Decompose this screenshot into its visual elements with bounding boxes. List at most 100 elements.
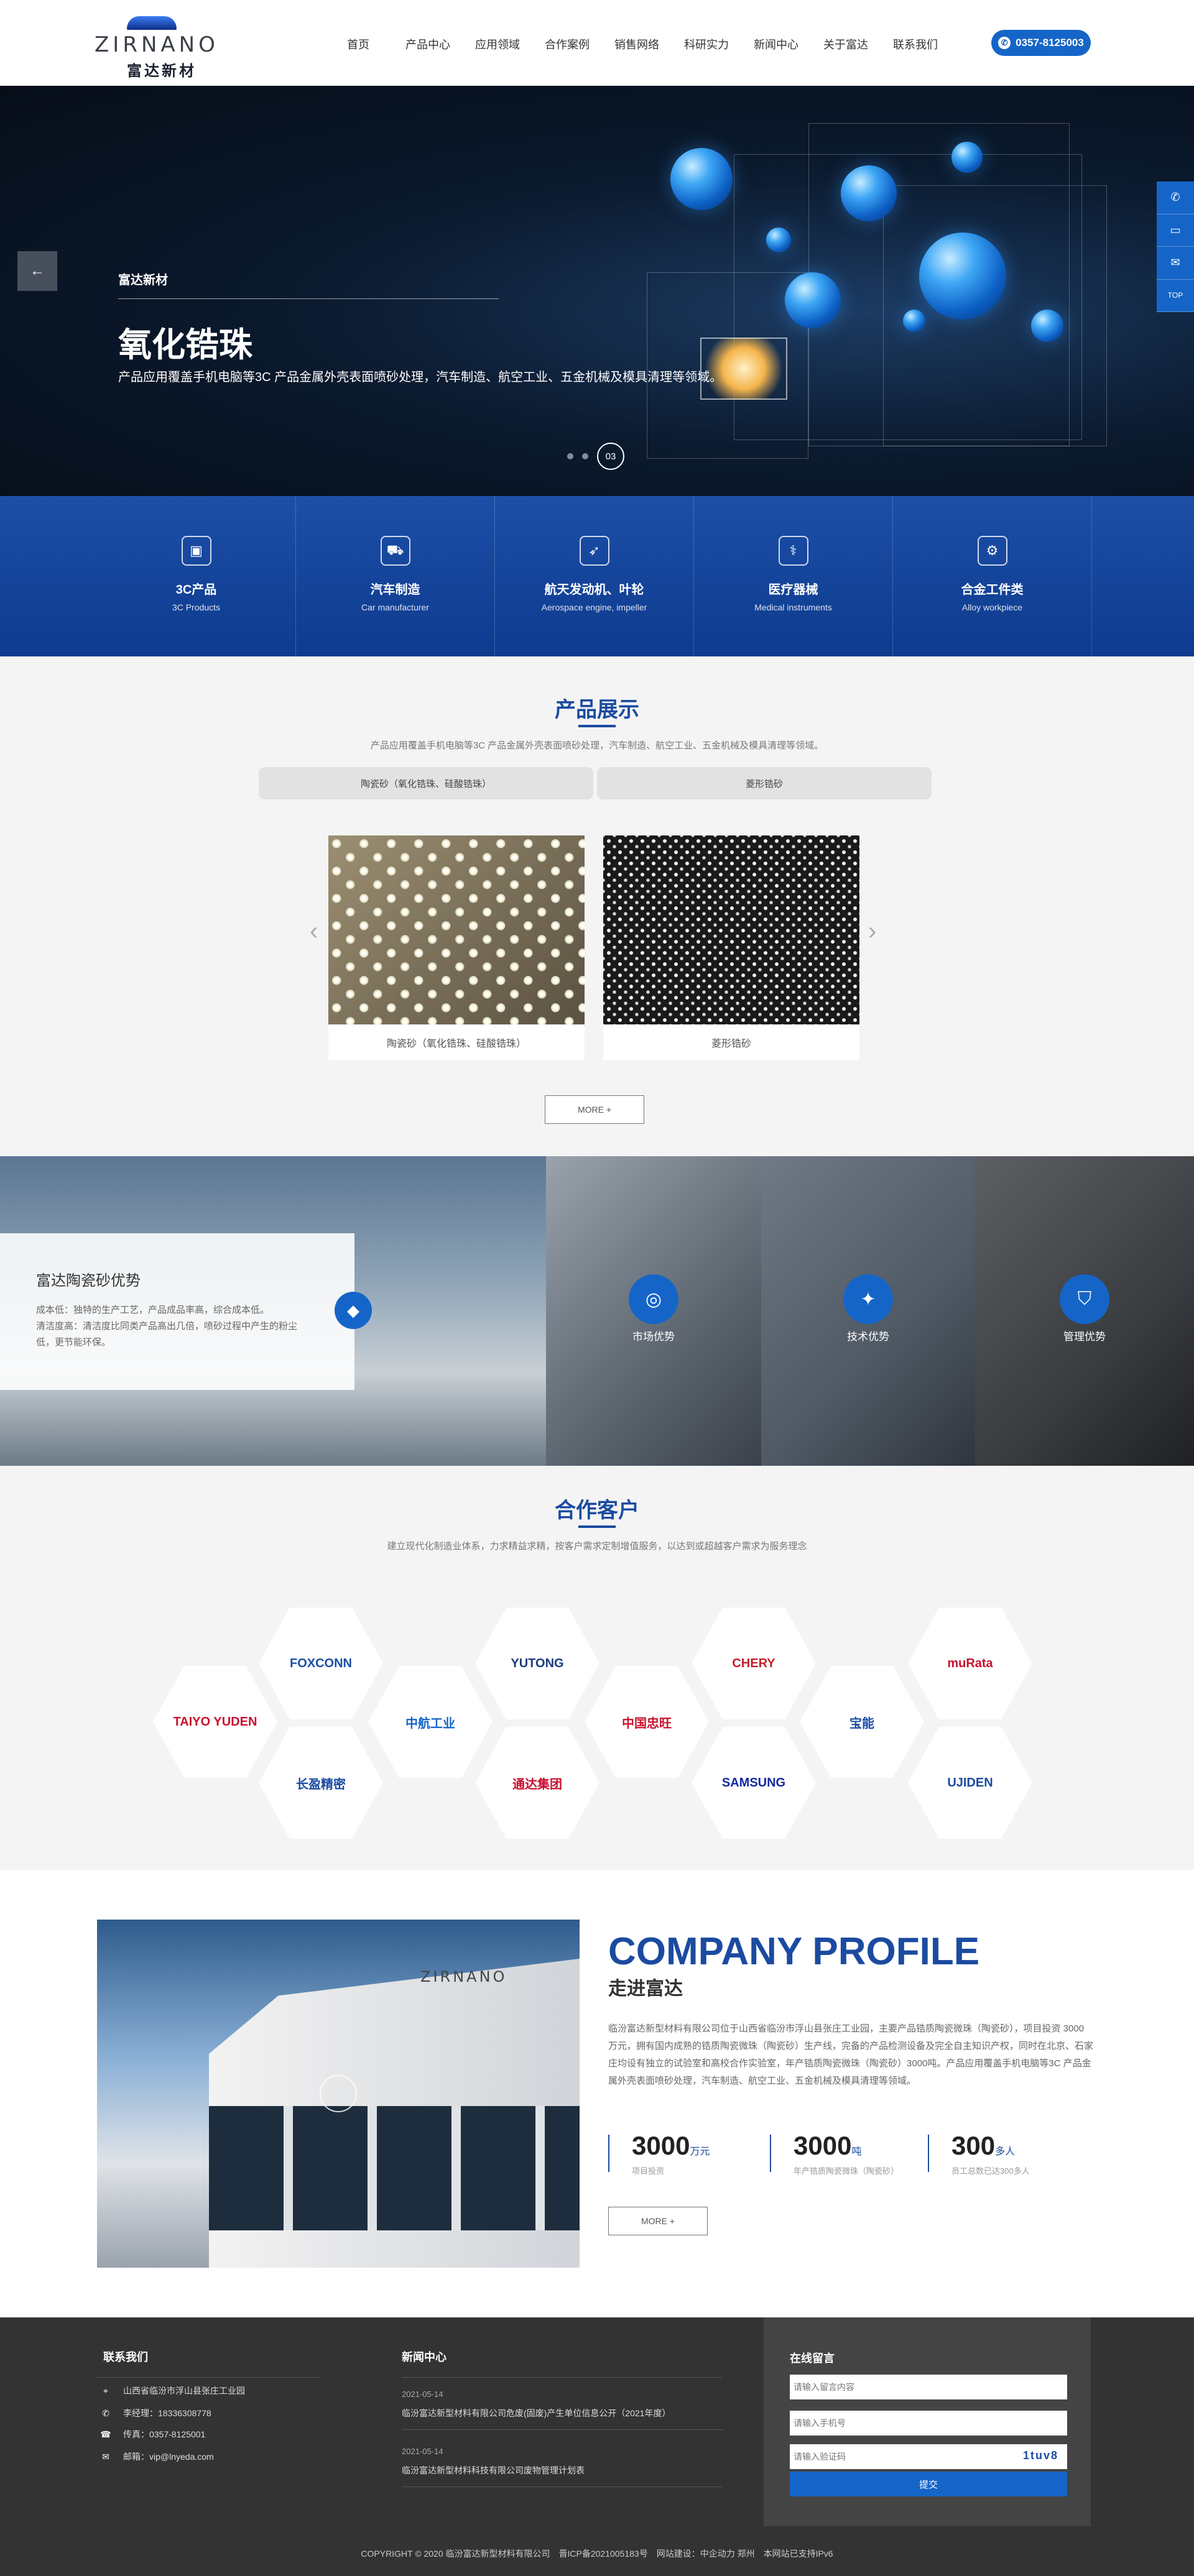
carousel-prev-icon[interactable]: ‹ — [310, 918, 318, 945]
news-link[interactable]: 临汾富达新型材料有限公司危废(固废)产生单位信息公开（2021年度） — [402, 2407, 670, 2419]
client-logo-ujiden[interactable]: UJIDEN — [908, 1727, 1032, 1839]
captcha-image[interactable]: 1tuv8 — [1023, 2449, 1058, 2462]
location-icon: ⌖ — [103, 2385, 108, 2396]
nav-products[interactable]: 产品中心 — [393, 31, 463, 56]
nav-contact[interactable]: 联系我们 — [881, 31, 950, 56]
category-car[interactable]: ⛟ 汽车制造 Car manufacturer — [296, 496, 495, 656]
client-logo-text: muRata — [947, 1656, 993, 1670]
message-form: 在线留言 1tuv8 提交 — [764, 2317, 1091, 2526]
category-title: 航天发动机、叶轮 — [544, 583, 644, 597]
category-aerospace[interactable]: ➶ 航天发动机、叶轮 Aerospace engine, impeller — [495, 496, 694, 656]
client-logo-samsung[interactable]: SAMSUNG — [692, 1727, 816, 1839]
client-logo-text: SAMSUNG — [721, 1775, 786, 1790]
product-card[interactable]: 菱形锆砂 — [603, 835, 859, 1060]
nav-research[interactable]: 科研实力 — [672, 31, 741, 56]
hero-title: 氧化锆珠 — [118, 326, 252, 364]
client-logo-avic[interactable]: 中航工业 — [368, 1666, 493, 1778]
profile-more-button[interactable]: MORE + — [608, 2207, 708, 2235]
profile-text: 临汾富达新型材料有限公司位于山西省临汾市浮山县张庄工业园，主要产品锆质陶瓷微珠（… — [608, 2023, 1094, 2086]
contact-email-link[interactable]: 邮箱：vip@lnyeda.com — [123, 2450, 214, 2463]
products-more-button[interactable]: MORE + — [545, 1095, 644, 1124]
hero-bubble — [919, 232, 1006, 320]
stat-item: 300多人 员工总数已达300多人 — [928, 2131, 1030, 2176]
nav-cases[interactable]: 合作案例 — [532, 31, 602, 56]
client-logo-baoneng[interactable]: 宝能 — [800, 1666, 924, 1778]
footer-address: ⌖ 山西省临汾市浮山县张庄工业园 — [100, 2385, 245, 2397]
application-categories: ▣ 3C产品 3C Products ⛟ 汽车制造 Car manufactur… — [0, 496, 1194, 656]
hero-bubble — [1031, 310, 1063, 342]
stethoscope-icon: ⚕ — [778, 536, 808, 566]
category-title: 汽车制造 — [370, 583, 420, 597]
client-logo-yutong[interactable]: YUTONG — [475, 1608, 599, 1719]
advantage-management[interactable]: ⛉ 管理优势 — [975, 1156, 1194, 1466]
category-medical[interactable]: ⚕ 医疗器械 Medical instruments — [694, 496, 893, 656]
tab-rhombic-zircon[interactable]: 菱形锆砂 — [597, 767, 932, 799]
client-logo-zhongwang[interactable]: 中国忠旺 — [585, 1666, 709, 1778]
client-logo-changying[interactable]: 长盈精密 — [259, 1727, 383, 1839]
mail-icon[interactable]: ✉ — [1157, 247, 1194, 280]
hero-subtitle: 富达新材 — [118, 274, 168, 287]
hero-dot[interactable] — [582, 453, 588, 459]
nav-home[interactable]: 首页 — [323, 31, 393, 56]
client-logo-text: YUTONG — [511, 1656, 564, 1670]
client-logo-murata[interactable]: muRata — [908, 1608, 1032, 1719]
bulb-icon: ✦ — [843, 1274, 893, 1324]
submit-button[interactable]: 提交 — [790, 2472, 1067, 2496]
client-logo-tongda[interactable]: 通达集团 — [475, 1727, 599, 1839]
main-nav: 首页 产品中心 应用领域 合作案例 销售网络 科研实力 新闻中心 关于富达 联系… — [323, 31, 950, 56]
footer-divider — [402, 2377, 723, 2378]
product-image — [328, 835, 585, 1024]
stat-number: 3000 — [632, 2131, 690, 2160]
rocket-icon: ➶ — [579, 536, 609, 566]
back-to-top-button[interactable]: TOP — [1157, 280, 1194, 312]
client-logo-chery[interactable]: CHERY — [692, 1608, 816, 1719]
client-logo-text: 宝能 — [849, 1716, 874, 1731]
gear-icon: ⚙ — [977, 536, 1007, 566]
client-logo-foxconn[interactable]: FOXCONN — [259, 1608, 383, 1719]
hero-dot-active[interactable]: 03 — [597, 443, 624, 470]
site-footer: 联系我们 ⌖ 山西省临汾市浮山县张庄工业园 ✆ 李经理：18336308778 ☎ 传… — [0, 2317, 1194, 2576]
advantage-market[interactable]: ◎ 市场优势 — [546, 1156, 761, 1466]
section-title-bar — [578, 1525, 616, 1528]
stat-unit: 多人 — [995, 2146, 1016, 2157]
top-label: TOP — [1167, 291, 1183, 300]
phone-icon: ✆ — [998, 37, 1011, 49]
stat-number: 3000 — [794, 2131, 852, 2160]
news-link[interactable]: 临汾富达新型材料科技有限公司废物管理计划表 — [402, 2464, 585, 2477]
hero-bubble — [785, 272, 841, 328]
category-subtitle: Alloy workpiece — [961, 602, 1023, 612]
phone-button[interactable]: ✆ 0357-8125003 — [991, 30, 1091, 56]
site-logo[interactable]: ZIRNANO 富达新材 — [95, 14, 215, 80]
footer-news-title: 新闻中心 — [402, 2351, 447, 2363]
building-windows — [209, 2106, 580, 2230]
advantage-label: 管理优势 — [1063, 1331, 1106, 1343]
phone-icon: ✆ — [102, 2408, 109, 2418]
mail-icon: ✉ — [102, 2451, 109, 2462]
nav-sales-network[interactable]: 销售网络 — [602, 31, 672, 56]
phone-input[interactable] — [790, 2411, 1067, 2436]
advantage-tech[interactable]: ✦ 技术优势 — [761, 1156, 975, 1466]
nav-applications[interactable]: 应用领域 — [463, 31, 532, 56]
product-card[interactable]: 陶瓷砂（氧化锆珠、硅酸锆珠） — [328, 835, 585, 1060]
advantage-text: 清洁度高：清洁度比同类产品高出几倍，喷砂过程中产生的粉尘低，更节能环保。 — [36, 1321, 298, 1348]
nav-news[interactable]: 新闻中心 — [741, 31, 811, 56]
chat-icon[interactable]: ▭ — [1157, 214, 1194, 247]
client-logo-taiyo-yuden[interactable]: TAIYO YUDEN — [153, 1666, 277, 1778]
clients-section: 合作客户 建立现代化制造业体系，力求精益求精，按客户需求定制增值服务，以达到或超… — [0, 1466, 1194, 1870]
hero-dot[interactable] — [567, 453, 573, 459]
stat-bar — [608, 2135, 609, 2172]
phone-icon[interactable]: ✆ — [1157, 182, 1194, 214]
hero-prev-button[interactable]: ← — [17, 251, 57, 291]
stat-number: 300 — [951, 2131, 996, 2160]
message-input[interactable] — [790, 2375, 1067, 2399]
nav-about[interactable]: 关于富达 — [811, 31, 881, 56]
carousel-next-icon[interactable]: › — [868, 918, 876, 945]
contact-text: 传真：0357-8125001 — [123, 2429, 206, 2439]
category-alloy[interactable]: ⚙ 合金工件类 Alloy workpiece — [893, 496, 1092, 656]
product-caption: 菱形锆砂 — [711, 1039, 751, 1049]
stat-item: 3000万元 项目投资 — [608, 2131, 710, 2176]
advantage-label: 市场优势 — [632, 1331, 675, 1343]
play-video-icon[interactable] — [320, 2075, 357, 2112]
category-3c[interactable]: ▣ 3C产品 3C Products — [97, 496, 296, 656]
tab-ceramic-sand[interactable]: 陶瓷砂（氧化锆珠、硅酸锆珠） — [259, 767, 593, 799]
